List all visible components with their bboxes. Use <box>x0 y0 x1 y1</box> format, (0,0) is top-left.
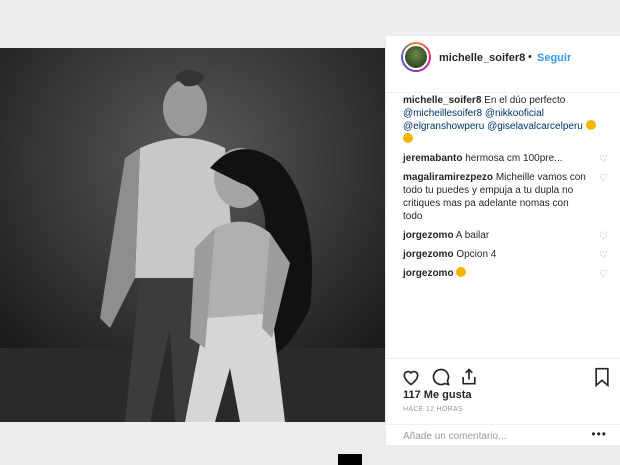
comment-author[interactable]: jorgezomo <box>403 249 454 260</box>
comment-text: Opcion 4 <box>456 249 497 260</box>
separator-dot: • <box>528 51 532 63</box>
timestamp: HACE 12 HORAS <box>403 406 463 413</box>
comment-item: jorgezomo ♡ <box>403 267 608 280</box>
comment-item: magaliramirezpezo Micheille vamos con to… <box>403 171 608 223</box>
heart-icon[interactable]: ♡ <box>599 153 608 166</box>
follow-button[interactable]: Seguir <box>537 52 571 64</box>
add-comment-input[interactable]: Añade un comentario... <box>403 431 506 442</box>
bookmark-icon[interactable] <box>593 367 611 392</box>
clap-emoji-icon <box>456 267 467 277</box>
mention-link[interactable]: @giselavalcarcelperu <box>487 121 583 132</box>
heart-icon[interactable]: ♡ <box>599 249 608 262</box>
comment-author[interactable]: magaliramirezpezo <box>403 172 493 183</box>
post-image <box>0 48 385 422</box>
add-comment-bar: Añade un comentario... ••• <box>386 424 620 446</box>
username-link[interactable]: michelle_soifer8 <box>439 52 525 64</box>
post-side-panel: michelle_soifer8 • Seguir michelle_soife… <box>385 36 620 445</box>
caption-text: En el dúo perfecto <box>484 95 566 106</box>
comment-text: hermosa cm 100pre... <box>465 153 563 164</box>
comment-text: A bailar <box>455 230 490 241</box>
comment-item: jorgezomo A bailar ♡ <box>403 229 608 242</box>
comment-author[interactable]: jeremabanto <box>403 153 462 164</box>
comment-item: jorgezomo Opcion 4 ♡ <box>403 248 608 261</box>
likes-count[interactable]: 117 Me gusta <box>403 389 471 401</box>
bottom-indicator <box>338 454 362 465</box>
caption: michelle_soifer8 En el dúo perfecto @mic… <box>403 94 608 146</box>
mention-link[interactable]: @micheillesoifer8 <box>403 108 482 119</box>
grin-emoji-icon <box>403 133 413 143</box>
grin-emoji-icon <box>585 120 596 130</box>
heart-icon[interactable]: ♡ <box>599 268 608 281</box>
comment-item: jeremabanto hermosa cm 100pre... ♡ <box>403 152 608 165</box>
caption-author[interactable]: michelle_soifer8 <box>403 95 481 106</box>
post-photo[interactable] <box>0 48 385 422</box>
heart-icon[interactable]: ♡ <box>599 172 608 185</box>
comments-list: michelle_soifer8 En el dúo perfecto @mic… <box>403 94 608 286</box>
avatar[interactable] <box>401 42 431 72</box>
comment-author[interactable]: jorgezomo <box>403 268 454 279</box>
more-options-icon[interactable]: ••• <box>591 427 607 441</box>
comment-author[interactable]: jorgezomo <box>403 230 454 241</box>
heart-icon[interactable]: ♡ <box>599 230 608 243</box>
mention-link[interactable]: @nikkooficial <box>485 108 544 119</box>
mention-link[interactable]: @elgranshowperu <box>403 121 484 132</box>
post-header: michelle_soifer8 • Seguir <box>386 36 620 93</box>
